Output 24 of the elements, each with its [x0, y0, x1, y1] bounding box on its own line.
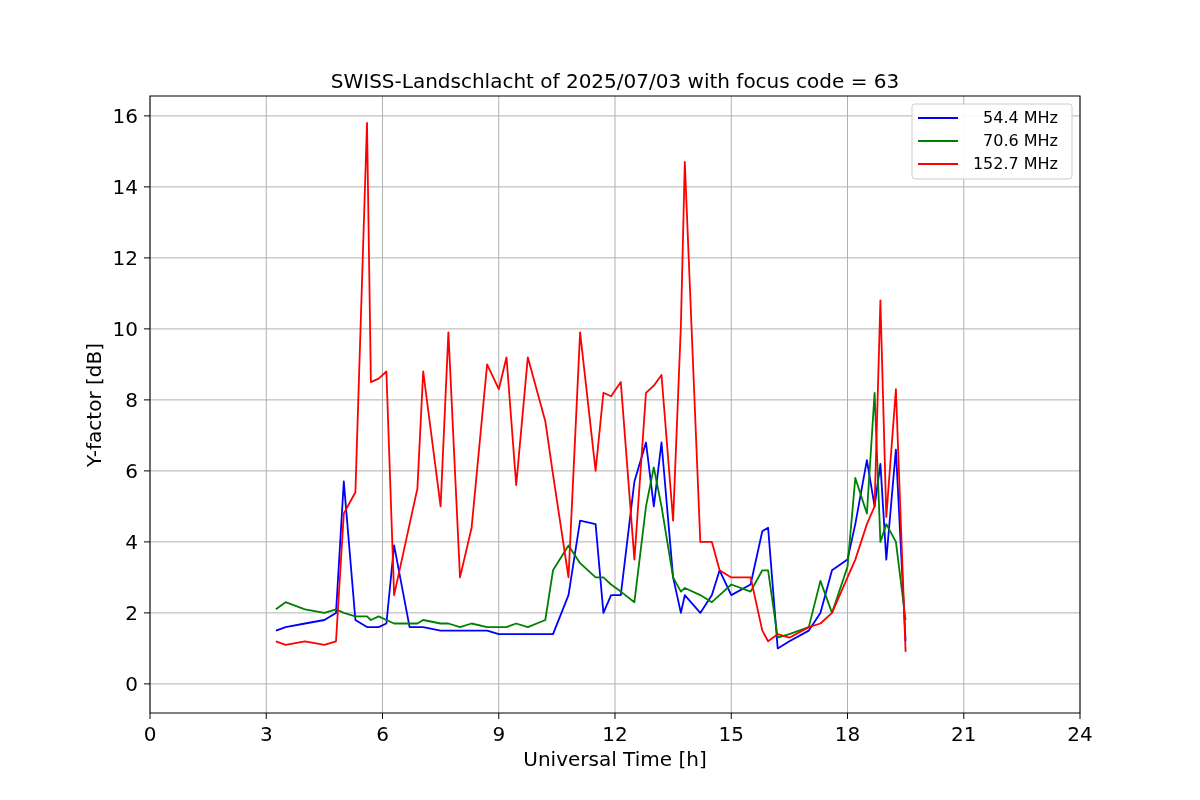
legend-label: 152.7 MHz [972, 154, 1058, 173]
chart-title: SWISS-Landschlacht of 2025/07/03 with focus code = 63 [330, 69, 900, 93]
tick-label: 12 [602, 722, 628, 746]
tick-label: 12 [112, 245, 138, 270]
tick-label: 16 [112, 103, 138, 128]
axis-label: Universal Time [h] [523, 747, 707, 771]
tick-label: 15 [718, 722, 744, 746]
tick-label: 8 [125, 387, 138, 412]
tick-label: 10 [112, 316, 138, 341]
tick-label: 3 [259, 722, 273, 746]
tick-label: 4 [125, 529, 138, 554]
tick-label: 18 [834, 722, 861, 746]
tick-label: 14 [112, 174, 138, 199]
tick-label: 24 [1067, 722, 1093, 746]
legend-label: 70.6 MHz [983, 131, 1058, 150]
tick-label: 2 [125, 600, 138, 625]
tick-label: 9 [492, 722, 506, 746]
legend-label: 54.4 MHz [983, 108, 1058, 127]
axis-label: Y-factor [dB] [82, 343, 106, 467]
tick-label: 6 [125, 458, 138, 483]
tick-label: 0 [125, 671, 138, 696]
tick-label: 6 [376, 722, 389, 746]
tick-label: 21 [951, 722, 977, 746]
tick-label: 0 [143, 722, 157, 746]
